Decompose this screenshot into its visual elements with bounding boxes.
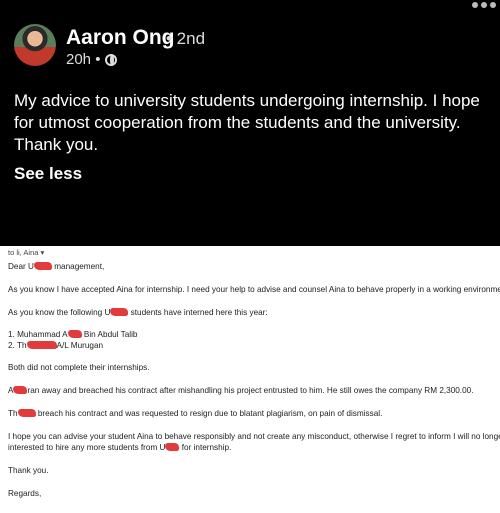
email-thanks: Thank you. — [8, 466, 49, 475]
post-text: My advice to university students undergo… — [14, 91, 480, 154]
author-name[interactable]: Aaron Ong — [66, 26, 175, 50]
email-student-1: 1. Muhammad A Bin Abdul Talib — [8, 330, 138, 339]
email-student-2: 2. Th A/L Murugan — [8, 341, 104, 350]
email-paragraph-6-line-1: I hope you can advise your student Aina … — [8, 432, 500, 441]
post-timestamp: 20h • — [66, 51, 101, 68]
email-paragraph-4: Aran away and breached his contract afte… — [8, 386, 474, 395]
redaction-mark — [165, 443, 180, 451]
email-paragraph-5: Th breach his contract and was requested… — [8, 409, 383, 418]
redaction-mark — [17, 409, 36, 417]
redaction-mark — [67, 330, 82, 338]
email-regards: Regards, — [8, 489, 42, 498]
connection-degree: • 2nd — [166, 29, 206, 48]
more-options-icon[interactable] — [464, 0, 496, 10]
redaction-mark — [13, 386, 28, 394]
email-paragraph-2: As you know the following U students hav… — [8, 308, 268, 317]
email-paragraph-1: As you know I have accepted Aina for int… — [8, 285, 500, 294]
redaction-mark — [33, 262, 52, 270]
redaction-mark — [110, 308, 129, 316]
email-recipients: to li, Aina ▾ — [8, 248, 45, 257]
email-greeting: Dear U management, — [8, 262, 105, 271]
post-header-area: Aaron Ong • 2nd 20h • My advice to unive… — [0, 0, 500, 246]
chevron-down-icon: ▾ — [40, 248, 45, 257]
globe-icon — [105, 53, 118, 66]
email-screenshot: to li, Aina ▾ Dear U management, As you … — [0, 246, 500, 513]
email-paragraph-3: Both did not complete their internships. — [8, 363, 150, 372]
post-meta: 20h • — [66, 51, 118, 68]
author-avatar[interactable] — [14, 24, 56, 66]
see-less-button[interactable]: See less — [14, 164, 82, 184]
redaction-mark — [26, 341, 57, 349]
email-paragraph-6-line-2: interested to hire any more students fro… — [8, 443, 232, 452]
